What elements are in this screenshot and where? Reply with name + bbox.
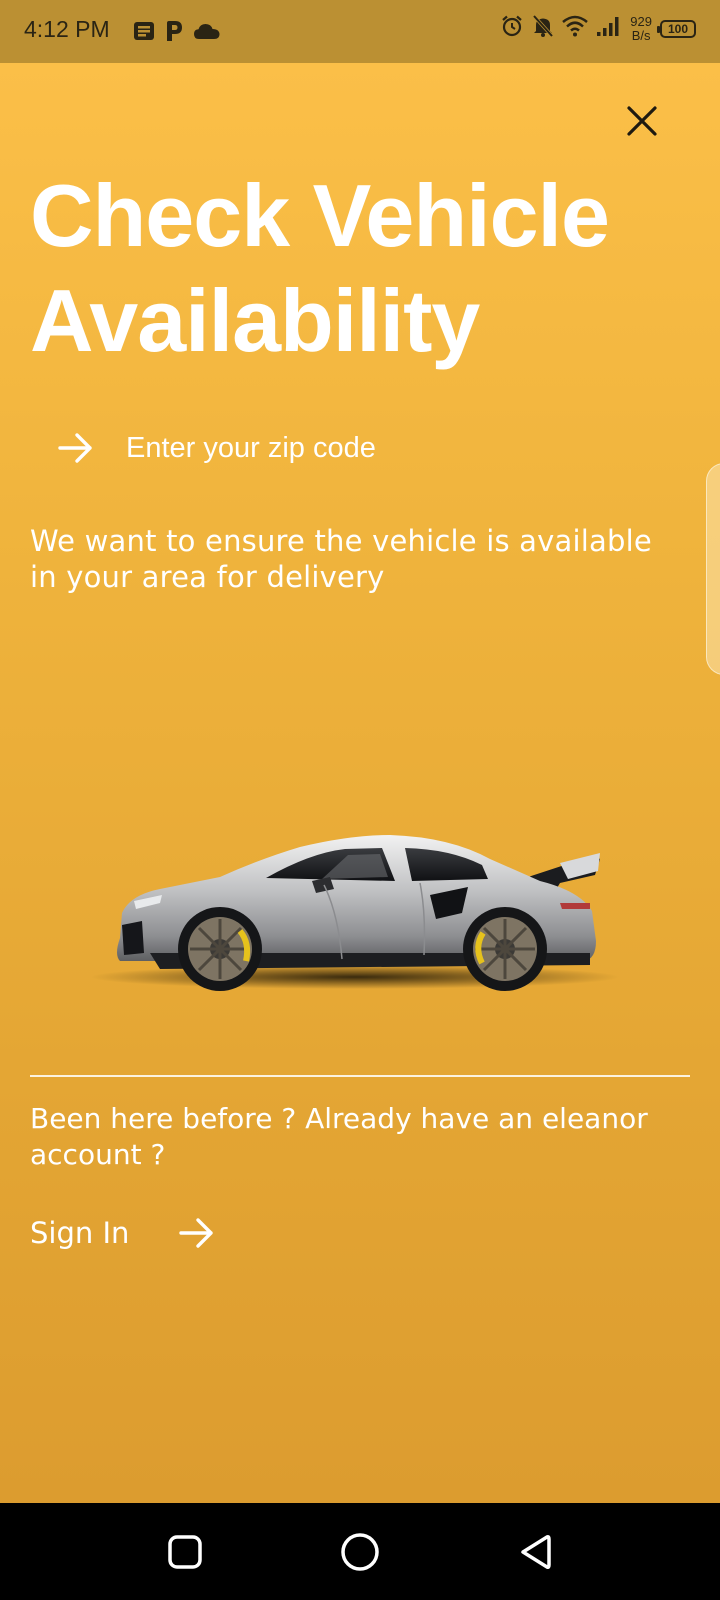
page-title: Check Vehicle Availability xyxy=(30,166,610,370)
availability-description: We want to ensure the vehicle is availab… xyxy=(30,524,652,594)
battery-indicator: 100 xyxy=(657,19,696,38)
signal-icon xyxy=(596,16,622,41)
side-drawer-handle[interactable] xyxy=(706,463,720,675)
notes-icon xyxy=(133,21,155,46)
returning-user-prompt: Been here before ? Already have an elean… xyxy=(30,1102,648,1171)
square-icon xyxy=(168,1535,202,1569)
zip-code-input[interactable] xyxy=(126,431,626,465)
network-speed: 929 B/s xyxy=(630,13,652,43)
arrow-right-icon xyxy=(56,428,96,468)
network-speed-value: 929 xyxy=(630,13,652,29)
screen: 4:12 PM 929 B/s 100 Check Vehicle Availa… xyxy=(0,0,720,1600)
availability-panel: Check Vehicle Availability We want to en… xyxy=(0,63,720,1503)
close-icon xyxy=(627,106,657,136)
zip-code-row xyxy=(56,423,656,473)
battery-level: 100 xyxy=(667,21,689,36)
back-button[interactable] xyxy=(510,1527,560,1577)
wifi-icon xyxy=(562,15,589,42)
status-system-icons: 929 B/s 100 xyxy=(500,14,696,43)
section-divider xyxy=(30,1075,690,1077)
arrow-right-icon xyxy=(177,1213,217,1253)
p-icon xyxy=(165,20,183,47)
triangle-back-icon xyxy=(521,1535,551,1569)
status-time: 4:12 PM xyxy=(24,16,110,42)
car-image xyxy=(90,835,620,991)
home-button[interactable] xyxy=(335,1527,385,1577)
network-speed-unit: B/s xyxy=(631,27,651,43)
system-navigation-bar xyxy=(0,1503,720,1600)
mute-icon xyxy=(532,14,554,43)
status-notification-icons xyxy=(133,20,221,47)
status-bar: 4:12 PM 929 B/s 100 xyxy=(0,0,720,63)
alarm-icon xyxy=(500,14,524,43)
sign-in-button[interactable]: Sign In xyxy=(30,1211,217,1255)
recents-button[interactable] xyxy=(160,1527,210,1577)
sign-in-label: Sign In xyxy=(30,1216,130,1250)
cloud-icon xyxy=(193,22,221,45)
close-button[interactable] xyxy=(620,99,664,143)
circle-icon xyxy=(341,1533,379,1571)
